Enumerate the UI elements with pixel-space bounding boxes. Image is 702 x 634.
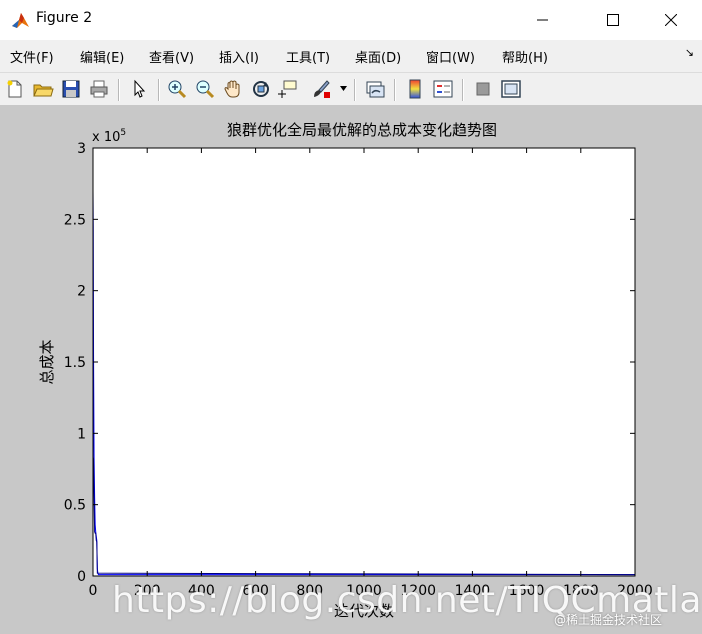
y-tick-label: 0 xyxy=(77,569,86,585)
x-tick-label: 0 xyxy=(89,583,98,599)
close-icon xyxy=(665,14,677,26)
menu-desktop[interactable]: 桌面(D) xyxy=(355,47,401,66)
chevron-down-icon[interactable] xyxy=(340,86,348,92)
close-button[interactable] xyxy=(648,0,694,40)
menu-window[interactable]: 窗口(W) xyxy=(426,47,475,66)
menu-insert[interactable]: 插入(I) xyxy=(219,47,259,66)
rotate-3d-icon[interactable] xyxy=(250,78,272,100)
y-tick-label: 1.5 xyxy=(64,355,86,371)
menu-bar: 文件(F) 编辑(E) 查看(V) 插入(I) 工具(T) 桌面(D) 窗口(W… xyxy=(0,40,702,72)
toolbar-separator xyxy=(394,79,396,101)
new-figure-icon[interactable] xyxy=(4,78,26,100)
menu-file[interactable]: 文件(F) xyxy=(10,47,54,66)
brush-icon[interactable] xyxy=(310,78,332,100)
axes[interactable]: 狼群优化全局最优解的总成本变化趋势图 0 200 400 600 800 1000 1200… xyxy=(0,106,702,634)
zoom-in-icon[interactable] xyxy=(166,78,188,100)
plot-area xyxy=(93,148,635,576)
toolbar-separator xyxy=(158,79,160,101)
menu-view[interactable]: 查看(V) xyxy=(149,47,194,66)
hide-plot-tools-icon[interactable] xyxy=(472,78,494,100)
figure-window: Figure 2 文件(F) 编辑(E) 查看(V) 插入(I) 工具(T) 桌… xyxy=(0,0,702,634)
maximize-button[interactable] xyxy=(590,0,636,40)
figure-toolbar xyxy=(0,72,702,106)
menu-tools[interactable]: 工具(T) xyxy=(286,47,330,66)
matlab-logo-icon xyxy=(12,13,29,28)
y-tick-label: 1 xyxy=(77,426,86,442)
watermark-community: @稀土掘金技术社区 xyxy=(554,613,663,627)
pan-icon[interactable] xyxy=(222,78,244,100)
figure-canvas: 狼群优化全局最优解的总成本变化趋势图 0 200 400 600 800 1000 1200… xyxy=(0,106,702,634)
minimize-button[interactable] xyxy=(520,0,566,40)
y-tick-label: 2.5 xyxy=(64,212,86,228)
legend-icon[interactable] xyxy=(432,78,454,100)
chart-title: 狼群优化全局最优解的总成本变化趋势图 xyxy=(227,121,497,139)
toolbar-separator xyxy=(354,79,356,101)
title-bar[interactable]: Figure 2 xyxy=(0,0,702,40)
minimize-icon xyxy=(537,19,548,21)
y-tick-label: 0.5 xyxy=(64,498,86,514)
window-title: Figure 2 xyxy=(36,10,93,26)
edit-plot-icon[interactable] xyxy=(128,78,150,100)
colorbar-icon[interactable] xyxy=(404,78,426,100)
menu-edit[interactable]: 编辑(E) xyxy=(80,47,124,66)
link-plot-icon[interactable] xyxy=(364,78,386,100)
arrow-icon[interactable]: ↘ xyxy=(685,46,694,59)
toolbar-separator xyxy=(118,79,120,101)
open-icon[interactable] xyxy=(32,78,54,100)
y-tick-label: 3 xyxy=(77,141,86,157)
y-exponent-label: x 105 xyxy=(92,128,126,145)
maximize-icon xyxy=(607,14,619,26)
toolbar-separator xyxy=(462,79,464,101)
print-icon[interactable] xyxy=(88,78,110,100)
save-icon[interactable] xyxy=(60,78,82,100)
data-cursor-icon[interactable] xyxy=(278,78,300,100)
y-axis-label: 总成本 xyxy=(38,339,56,384)
y-tick-label: 2 xyxy=(77,284,86,300)
menu-help[interactable]: 帮助(H) xyxy=(502,47,548,66)
show-plot-tools-icon[interactable] xyxy=(500,78,522,100)
zoom-out-icon[interactable] xyxy=(194,78,216,100)
